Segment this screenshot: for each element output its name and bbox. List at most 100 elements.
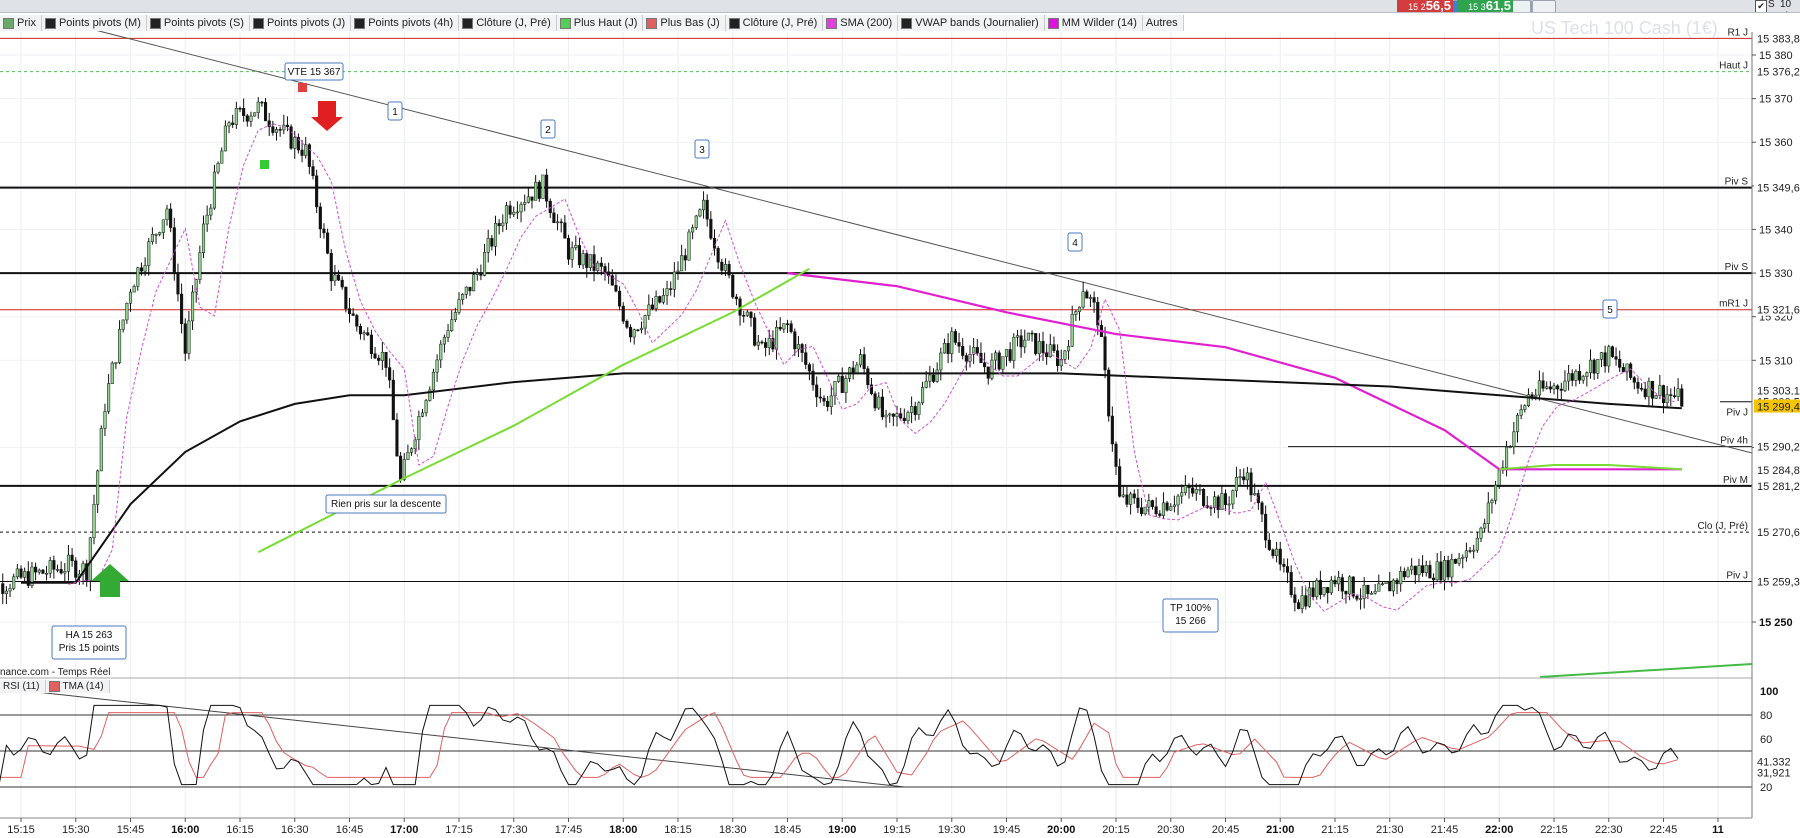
candle-body xyxy=(504,205,508,224)
candle-body xyxy=(566,238,571,260)
candle-body xyxy=(1008,349,1012,361)
candle-body xyxy=(220,150,224,164)
window-icon-2[interactable] xyxy=(1532,0,1556,12)
candle-body xyxy=(384,351,388,368)
legend-item[interactable]: Clôture (J, Pré) xyxy=(459,15,557,31)
rsi-legend-item[interactable]: RSI (11) xyxy=(0,680,46,693)
candle-body xyxy=(23,571,27,578)
price-chart[interactable]: R1 J Haut J Piv S Piv S mR1 J Piv J Piv 4h Piv … xyxy=(0,0,1800,838)
candle-body xyxy=(650,304,655,310)
candle-body xyxy=(862,354,866,369)
sell-arrow-icon xyxy=(311,101,343,131)
legend-label: Plus Haut (J) xyxy=(573,17,638,29)
candle-body xyxy=(1150,500,1155,507)
candle-body xyxy=(1026,332,1030,341)
pivot-level-label: Piv J xyxy=(1726,570,1748,581)
candle-body xyxy=(957,342,961,347)
candle-body xyxy=(355,315,359,327)
candle-body xyxy=(1318,579,1322,595)
candle-body xyxy=(366,332,370,336)
candle-body xyxy=(1526,394,1531,406)
candle-body xyxy=(676,270,680,273)
step-checkbox[interactable]: ✔ xyxy=(1755,0,1767,12)
candle-body xyxy=(19,568,23,578)
candle-body xyxy=(837,375,841,382)
pivot-level-label: Piv S xyxy=(1725,177,1749,188)
candle-body xyxy=(201,223,206,253)
chart-grid xyxy=(0,32,1752,818)
tma-name: TMA (14) xyxy=(62,681,104,692)
legend-item[interactable]: SMA (200) xyxy=(823,15,899,31)
legend-item[interactable]: Prix xyxy=(0,15,42,31)
candle-body xyxy=(48,560,52,574)
legend-item[interactable]: Points pivots (J) xyxy=(249,15,352,31)
candle-body xyxy=(490,238,494,247)
top-toolbar: 15 256,5 15 361,5 ✔ S 10 pts xyxy=(0,0,1800,13)
candle-body xyxy=(1548,386,1552,390)
time-tick-label: 21:15 xyxy=(1321,824,1349,836)
candle-body xyxy=(475,272,479,275)
candle-body xyxy=(1643,388,1647,398)
take-profit-annotation-text: 15 266 xyxy=(1175,616,1206,627)
price-tick-label: 15 330 xyxy=(1759,268,1793,280)
candle-body xyxy=(307,144,311,167)
candle-body xyxy=(1366,584,1370,595)
legend-label: Points pivots (S) xyxy=(163,17,244,29)
candle-body xyxy=(1213,496,1217,508)
candle-body xyxy=(899,413,903,419)
candle-body xyxy=(391,379,395,421)
candle-body xyxy=(731,274,735,298)
candle-body xyxy=(483,252,487,276)
sell-price-button[interactable]: 15 256,5 xyxy=(1397,0,1453,12)
legend-item[interactable]: Plus Bas (J) xyxy=(643,15,726,31)
legend-item[interactable]: Clôture (J, Pré) xyxy=(725,15,824,31)
candle-body xyxy=(1428,565,1432,579)
candle-body xyxy=(796,344,801,350)
time-tick-label: 19:30 xyxy=(938,824,966,836)
candle-body xyxy=(1377,583,1381,592)
legend-item[interactable]: Autres xyxy=(1142,15,1184,31)
legend-item[interactable]: Points pivots (4h) xyxy=(351,15,460,31)
candle-body xyxy=(479,272,483,276)
candle-body xyxy=(924,380,928,388)
candle-body xyxy=(921,387,925,404)
candle-body xyxy=(625,320,629,328)
tma-swatch xyxy=(48,681,60,692)
legend-label: Points pivots (J) xyxy=(266,17,346,29)
legend-item[interactable]: Points pivots (S) xyxy=(146,15,250,31)
candle-body xyxy=(1355,595,1359,600)
tma-legend-item[interactable]: TMA (14) xyxy=(45,680,110,693)
candle-body xyxy=(337,274,341,281)
candle-body xyxy=(1654,395,1658,399)
candle-body xyxy=(1296,602,1301,609)
candle-body xyxy=(300,149,304,156)
candle-body xyxy=(1231,490,1235,505)
candle-body xyxy=(1384,581,1388,584)
candle-body xyxy=(424,400,428,414)
legend-item[interactable]: Points pivots (M) xyxy=(41,15,147,31)
candle-body xyxy=(1307,587,1312,607)
candle-body xyxy=(293,137,297,149)
candle-body xyxy=(103,411,107,429)
candle-body xyxy=(1121,494,1125,497)
candle-body xyxy=(143,265,147,272)
wave-number: 5 xyxy=(1607,305,1613,316)
candle-body xyxy=(154,234,158,236)
legend-swatch xyxy=(559,17,571,29)
candle-body xyxy=(1315,579,1319,597)
candle-body xyxy=(169,208,173,228)
candle-body xyxy=(472,274,476,292)
candle-body xyxy=(749,311,753,318)
candle-body xyxy=(431,371,435,391)
level-tag: 15 259,3 xyxy=(1757,576,1800,588)
legend-item[interactable]: VWAP bands (Journalier) xyxy=(898,15,1045,31)
time-tick-label: 19:15 xyxy=(883,824,911,836)
candle-body xyxy=(66,554,71,572)
candle-body xyxy=(1015,335,1020,338)
candle-body xyxy=(1300,595,1304,609)
time-tick-label: 20:45 xyxy=(1212,824,1240,836)
buy-price-button[interactable]: 15 361,5 xyxy=(1457,0,1513,12)
legend-item[interactable]: Plus Haut (J) xyxy=(556,15,644,31)
legend-item[interactable]: MM Wilder (14) xyxy=(1044,15,1143,31)
candle-body xyxy=(964,355,968,362)
